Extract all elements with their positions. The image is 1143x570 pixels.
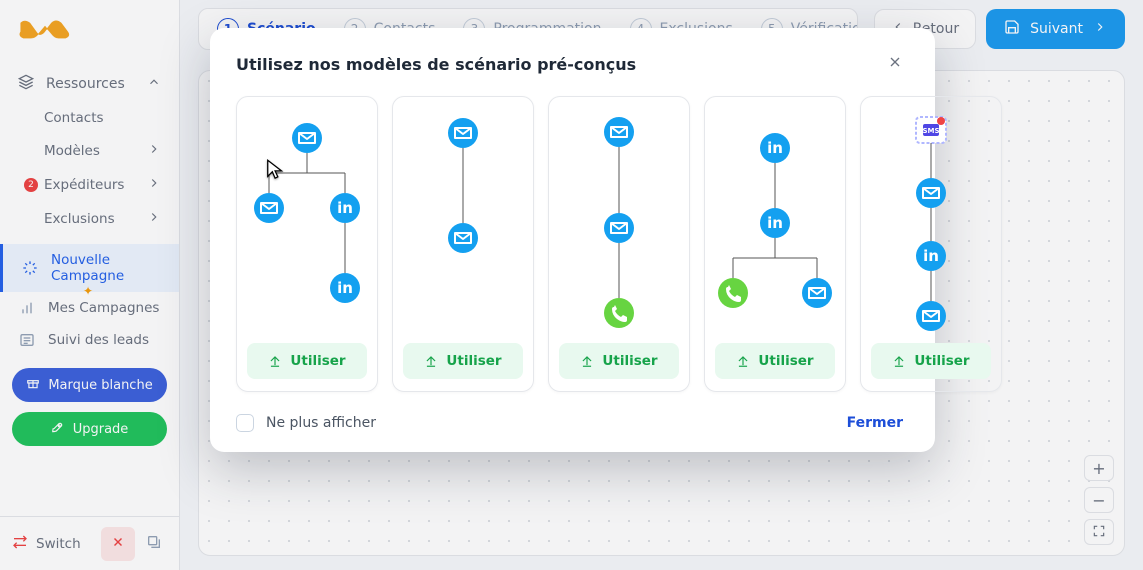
checkbox-label: Ne plus afficher <box>266 415 376 431</box>
linkedin-icon <box>916 241 946 271</box>
button-label: Utiliser <box>602 353 657 369</box>
sms-icon <box>916 117 946 143</box>
template-modal: Utilisez nos modèles de scénario pré-con… <box>210 28 935 452</box>
email-icon <box>292 123 322 153</box>
close-modal-link[interactable]: Fermer <box>841 414 909 432</box>
email-icon <box>448 223 478 253</box>
template-card-5: Utiliser <box>860 96 1002 392</box>
template-preview <box>871 107 991 343</box>
template-preview <box>559 107 679 343</box>
template-preview <box>403 107 523 343</box>
template-card-3: Utiliser <box>548 96 690 392</box>
template-grid: Utiliser Utiliser <box>236 96 909 392</box>
email-icon <box>254 193 284 223</box>
close-icon <box>887 54 903 75</box>
phone-icon <box>604 298 634 328</box>
modal-footer: Ne plus afficher Fermer <box>236 414 909 432</box>
email-icon <box>604 117 634 147</box>
use-template-button[interactable]: Utiliser <box>559 343 679 379</box>
use-template-button[interactable]: Utiliser <box>871 343 991 379</box>
use-template-button[interactable]: Utiliser <box>715 343 835 379</box>
button-label: Utiliser <box>758 353 813 369</box>
modal-header: Utilisez nos modèles de scénario pré-con… <box>236 50 909 78</box>
use-template-button[interactable]: Utiliser <box>247 343 367 379</box>
dont-show-again-checkbox[interactable]: Ne plus afficher <box>236 414 376 432</box>
button-label: Utiliser <box>446 353 501 369</box>
template-card-2: Utiliser <box>392 96 534 392</box>
email-icon <box>916 301 946 331</box>
email-icon <box>448 118 478 148</box>
template-card-4: Utiliser <box>704 96 846 392</box>
upload-icon <box>580 354 594 368</box>
phone-icon <box>718 278 748 308</box>
upload-icon <box>736 354 750 368</box>
button-label: Utiliser <box>290 353 345 369</box>
upload-icon <box>268 354 282 368</box>
template-card-1: Utiliser <box>236 96 378 392</box>
template-preview <box>715 107 835 343</box>
modal-title: Utilisez nos modèles de scénario pré-con… <box>236 55 636 74</box>
modal-close-button[interactable] <box>881 50 909 78</box>
upload-icon <box>424 354 438 368</box>
linkedin-icon <box>330 193 360 223</box>
use-template-button[interactable]: Utiliser <box>403 343 523 379</box>
checkbox-box <box>236 414 254 432</box>
linkedin-icon <box>760 133 790 163</box>
email-icon <box>604 213 634 243</box>
button-label: Fermer <box>847 415 903 431</box>
linkedin-icon <box>330 273 360 303</box>
linkedin-icon <box>760 208 790 238</box>
email-icon <box>802 278 832 308</box>
email-icon <box>916 178 946 208</box>
button-label: Utiliser <box>914 353 969 369</box>
template-preview <box>247 107 367 343</box>
upload-icon <box>892 354 906 368</box>
